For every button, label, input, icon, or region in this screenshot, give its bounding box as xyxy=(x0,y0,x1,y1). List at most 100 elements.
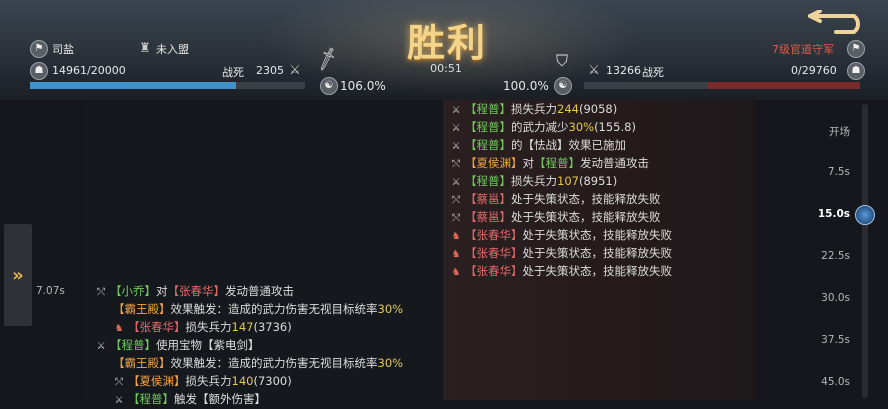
bow-icon: ⤲ xyxy=(452,159,460,170)
log-text: 【程普】 xyxy=(465,138,511,152)
right-troop-bar-remainder xyxy=(708,82,860,89)
log-line: 【霸王殿】效果触发：造成的武力伤害无视目标统率30% xyxy=(113,355,403,371)
log-text: 【蔡邕】 xyxy=(465,210,511,224)
log-text: 的武力减少 xyxy=(511,120,569,134)
battle-timer: 00:51 xyxy=(430,62,462,75)
log-text: 【程普】 xyxy=(128,392,174,406)
double-chevron-right-icon[interactable]: » xyxy=(4,224,32,326)
log-text: 【程普】 xyxy=(534,156,580,170)
log-text: 的【怯战】效果已施加 xyxy=(511,138,626,152)
log-text: (155.8) xyxy=(594,120,636,134)
log-text: 【张春华】 xyxy=(465,246,523,260)
right-troops-icon: ☗ xyxy=(847,62,865,80)
log-text: 损失兵力 xyxy=(511,102,557,116)
right-morale-icon: ☯ xyxy=(554,77,572,95)
left-player-name: 司盐 xyxy=(52,43,74,56)
log-line: 【霸王殿】效果触发：造成的武力伤害无视目标统率30% xyxy=(113,301,403,317)
swords-icon: ⚔ xyxy=(451,177,461,188)
timeline-tick-label[interactable]: 30.0s xyxy=(790,292,850,304)
log-text: 【夏侯渊】 xyxy=(465,156,523,170)
left-troop-bar-fill xyxy=(30,82,236,89)
log-text: 处于失策状态，技能释放失败 xyxy=(522,264,673,278)
left-time-marker: 7.07s xyxy=(36,285,65,297)
log-line: ⤲ 【蔡邕】处于失策状态，技能释放失败 xyxy=(450,209,661,227)
right-troop-bar xyxy=(584,82,860,89)
log-text: 【小乔】 xyxy=(110,284,156,298)
right-troops: 0/29760 xyxy=(791,64,837,77)
log-text: 30% xyxy=(377,356,404,370)
log-text: 处于失策状态，技能释放失败 xyxy=(511,192,661,206)
right-morale: 100.0% xyxy=(503,79,549,93)
log-text: (7300) xyxy=(253,374,292,388)
log-line: ⚔ 【程普】触发【额外伤害】 xyxy=(113,391,266,409)
log-line: ♞ 【张春华】处于失策状态，技能释放失败 xyxy=(450,245,672,263)
log-text: 损失兵力 xyxy=(185,374,232,388)
log-text: 【程普】 xyxy=(465,102,511,116)
log-line: ⚔ 【程普】使用宝物【紫电剑】 xyxy=(95,337,260,355)
bow-icon: ⤲ xyxy=(97,287,105,298)
timeline-tick-label[interactable]: 45.0s xyxy=(790,376,850,388)
timeline-tick-label[interactable]: 37.5s xyxy=(790,334,850,346)
log-text: 处于失策状态，技能释放失败 xyxy=(522,228,673,242)
battle-log-area: » 7.07s ⚔ 【程普】损失兵力244(9058) ⚔ 【程普】的武力减少30%(… xyxy=(0,100,888,406)
log-text: 【张春华】 xyxy=(465,228,523,242)
log-text: 效果触发：造成的武力伤害无视目标统率 xyxy=(170,356,378,370)
timeline-tick-label[interactable]: 7.5s xyxy=(790,166,850,178)
left-troops: 14961/20000 xyxy=(52,64,126,77)
log-text: 处于失策状态，技能释放失败 xyxy=(522,246,673,260)
log-text: 30% xyxy=(377,302,404,316)
log-text: (3736) xyxy=(253,320,292,334)
left-dead-count: 2305 xyxy=(256,64,284,77)
log-text: 147 xyxy=(231,320,254,334)
left-troop-bar xyxy=(30,82,305,89)
timeline-knob[interactable] xyxy=(855,205,875,225)
log-text: 【程普】 xyxy=(110,338,156,352)
swords-icon: ⚔ xyxy=(114,395,124,406)
dead-swords-icon: ⚔ xyxy=(289,62,301,78)
horse-icon: ♞ xyxy=(451,231,461,242)
troops-icon: ☗ xyxy=(30,62,48,80)
left-dead-label: 战死 xyxy=(222,66,244,79)
right-dead-swords-icon: ⚔ xyxy=(588,62,600,78)
back-arrow-icon[interactable] xyxy=(806,10,872,36)
log-text: 140 xyxy=(231,374,254,388)
morale-icon: ☯ xyxy=(320,77,338,95)
log-line: ⤲ 【蔡邕】处于失策状态，技能释放失败 xyxy=(450,191,661,209)
alliance-flag-icon: ♜ xyxy=(139,40,151,56)
swords-icon: ⚔ xyxy=(451,141,461,152)
log-text: 损失兵力 xyxy=(185,320,232,334)
log-line: ♞ 【张春华】损失兵力147(3736) xyxy=(113,319,292,337)
player-avatar-icon: ⚑ xyxy=(30,40,48,58)
horse-icon: ♞ xyxy=(451,249,461,260)
bow-icon: ⤲ xyxy=(115,377,123,388)
left-alliance: 未入盟 xyxy=(156,43,189,56)
log-line: ⚔ 【程普】损失兵力107(8951) xyxy=(450,173,618,191)
log-text: 【张春华】 xyxy=(128,320,186,334)
log-text: 使用宝物【紫电剑】 xyxy=(156,338,260,352)
log-text: 【夏侯渊】 xyxy=(128,374,186,388)
victory-title: 胜利 xyxy=(406,20,487,65)
log-text: 【张春华】 xyxy=(167,284,226,298)
log-text: 107 xyxy=(557,174,579,188)
log-text: 对 xyxy=(156,284,168,298)
log-text: 244 xyxy=(557,102,579,116)
battle-header: ⚑ 司盐 ♜ 未入盟 ☗ 14961/20000 战死 2305 ⚔ 🗡 ☯ 1… xyxy=(0,0,888,100)
log-line: ⤲ 【夏侯渊】损失兵力140(7300) xyxy=(113,373,292,391)
log-text: (9058) xyxy=(578,102,618,116)
log-text: (8951) xyxy=(578,174,618,188)
log-text: 发动普通攻击 xyxy=(225,284,294,298)
horse-icon: ♞ xyxy=(114,323,124,334)
timeline-tick-label[interactable]: 15.0s xyxy=(790,208,850,220)
log-text: 【程普】 xyxy=(465,174,511,188)
log-text: 对 xyxy=(522,156,535,170)
log-line: ⚔ 【程普】的武力减少30%(155.8) xyxy=(450,119,636,137)
timeline-tick-label[interactable]: 22.5s xyxy=(790,250,850,262)
bow-icon: ⤲ xyxy=(452,195,460,206)
right-player-name: 7级官道守军 xyxy=(772,43,834,56)
log-text: 发动普通攻击 xyxy=(580,156,649,170)
swords-icon: ⚔ xyxy=(96,341,106,352)
right-dead-count: 13266 xyxy=(606,64,641,77)
timeline-tick-label[interactable]: 开场 xyxy=(790,124,850,139)
log-line: ⚔ 【程普】的【怯战】效果已施加 xyxy=(450,137,626,155)
timeline-track[interactable] xyxy=(862,104,868,398)
